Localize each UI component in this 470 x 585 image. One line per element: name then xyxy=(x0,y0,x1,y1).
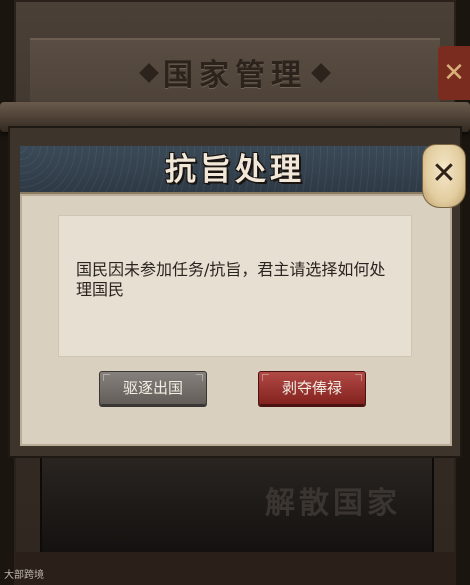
button-corner-ornament xyxy=(196,374,203,381)
background-bottom-bar xyxy=(14,552,456,585)
expel-button-label: 驱逐出国 xyxy=(122,379,183,397)
button-corner-ornament xyxy=(103,374,110,381)
expel-button[interactable]: 驱逐出国 xyxy=(99,371,207,405)
watermark: 大部跨境 xyxy=(4,570,44,581)
disband-nation-label: 解散国家 xyxy=(265,486,401,521)
message-text: 国民因未参加任务/抗旨，君主请选择如何处理国民 xyxy=(76,260,386,299)
strip-salary-button[interactable]: 剥夺俸禄 xyxy=(258,371,366,405)
button-corner-ornament xyxy=(355,374,362,381)
close-icon: ✕ xyxy=(443,58,465,88)
button-corner-ornament xyxy=(262,374,269,381)
dialog-title: 抗旨处理 xyxy=(165,152,305,188)
strip-salary-button-label: 剥夺俸禄 xyxy=(281,379,342,397)
dialog-close-button[interactable]: ✕ xyxy=(422,144,466,208)
background-close-button[interactable]: ✕ xyxy=(438,46,470,100)
close-icon: ✕ xyxy=(431,156,457,191)
background-title: 国家管理 xyxy=(163,58,307,93)
